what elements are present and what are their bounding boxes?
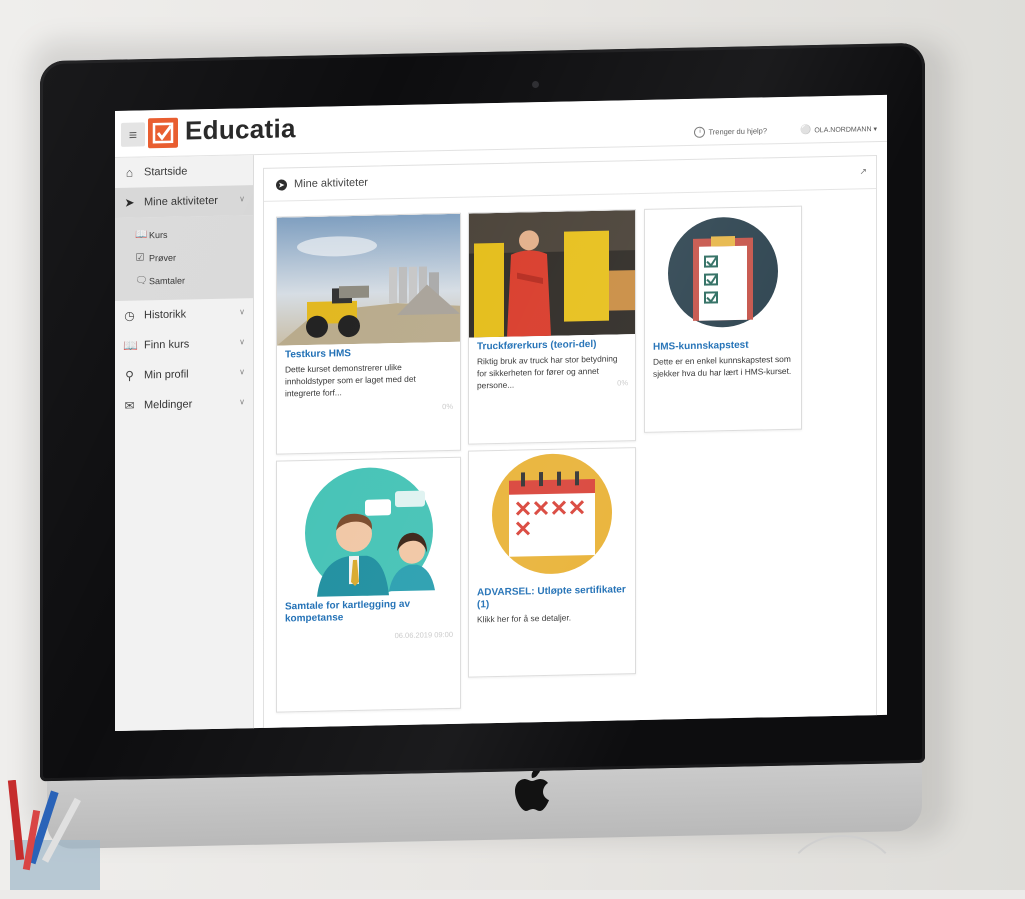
activity-card[interactable]: HMS-kunnskapstest Dette er en enkel kunn… <box>644 205 802 433</box>
progress-label: 0% <box>442 401 453 412</box>
user-menu[interactable]: ⚪ OLA.NORDMANN ▾ <box>800 123 877 136</box>
chevron-down-icon: ∨ <box>239 367 245 377</box>
subnav-item-prover[interactable]: ☑ Prøver <box>115 244 253 270</box>
camera-icon <box>532 81 539 88</box>
sidebar-item-min-profil[interactable]: ⚲ Min profil ∨ <box>115 358 253 391</box>
activity-card[interactable]: ADVARSEL: Utløpte sertifikater (1) Klikk… <box>468 447 636 678</box>
chevron-down-icon: ∨ <box>239 307 245 317</box>
arrow-circle-icon: ➤ <box>276 178 287 191</box>
user-icon: ⚲ <box>125 368 134 383</box>
info-icon: i <box>694 126 706 138</box>
sidebar-item-label: Mine aktiviteter <box>144 194 218 209</box>
panel-header: ➤ Mine aktiviteter <box>264 156 876 202</box>
sidebar-item-label: Startside <box>144 165 188 179</box>
book-icon: 📖 <box>135 229 148 241</box>
sidebar: ⌂ Startside ➤ Mine aktiviteter ∨ 📖 Kurs … <box>115 155 254 731</box>
activity-grid: Testkurs HMS Dette kurset demonstrerer u… <box>276 204 866 713</box>
arrow-circle-icon: ➤ <box>124 195 135 210</box>
sidebar-item-historikk[interactable]: ◷ Historikk ∨ <box>115 298 253 331</box>
chat-icon: 🗨 <box>135 275 148 287</box>
card-title: ADVARSEL: Utløpte sertifikater (1) <box>477 584 626 611</box>
pencil-cup <box>7 780 100 890</box>
card-description: Riktig bruk av truck har stor betydning … <box>477 353 618 391</box>
chevron-down-icon: ∨ <box>239 194 245 204</box>
progress-label: 0% <box>617 378 628 388</box>
expand-icon[interactable]: ↗ <box>859 166 867 177</box>
subnav-item-label: Kurs <box>149 229 168 240</box>
chevron-down-icon: ∨ <box>239 397 245 407</box>
logo-checkbox-icon <box>148 117 178 149</box>
user-icon: ⚪ <box>800 124 812 135</box>
screen: ≡ Educatia i Trenger du hjelp? ⚪ OLA.NOR… <box>115 94 887 731</box>
help-label: Trenger du hjelp? <box>708 126 767 137</box>
card-description: Dette er en enkel kunnskapstest som sjek… <box>653 353 792 379</box>
user-label: OLA.NORDMANN ▾ <box>814 125 877 134</box>
subnav-item-label: Prøver <box>149 252 176 263</box>
date-label: 06.06.2019 09:00 <box>394 629 453 641</box>
hamburger-icon[interactable]: ≡ <box>121 122 145 147</box>
activities-panel: ➤ Mine aktiviteter ↗ Testkurs HMS Dette … <box>263 155 877 730</box>
activity-card[interactable]: Truckførerkurs (teori-del) Riktig bruk a… <box>468 209 636 445</box>
subnav: 📖 Kurs ☑ Prøver 🗨 Samtaler <box>115 215 253 301</box>
subnav-item-samtaler[interactable]: 🗨 Samtaler <box>115 267 253 293</box>
sidebar-item-finn-kurs[interactable]: 📖 Finn kurs ∨ <box>115 328 253 361</box>
conversation-illustration <box>277 458 460 602</box>
subnav-item-label: Samtaler <box>149 275 186 286</box>
sidebar-item-startside[interactable]: ⌂ Startside <box>115 155 253 188</box>
sidebar-item-meldinger[interactable]: ✉ Meldinger ∨ <box>115 388 253 421</box>
calendar-warning-illustration <box>469 448 635 583</box>
construction-image <box>277 213 460 346</box>
chevron-down-icon: ∨ <box>239 337 245 347</box>
panel-title: Mine aktiviteter <box>294 176 368 191</box>
help-link[interactable]: i Trenger du hjelp? <box>694 125 767 138</box>
card-description: Klikk her for å se detaljer. <box>477 612 572 625</box>
subnav-item-kurs[interactable]: 📖 Kurs <box>115 221 253 247</box>
book-icon: 📖 <box>123 338 138 353</box>
logo-text[interactable]: Educatia <box>185 113 296 146</box>
home-icon: ⌂ <box>125 165 134 180</box>
sidebar-item-mine-aktiviteter[interactable]: ➤ Mine aktiviteter ∨ <box>115 185 253 218</box>
checklist-icon: ☑ <box>135 252 145 264</box>
sidebar-item-label: Meldinger <box>144 398 193 412</box>
checklist-illustration <box>645 207 801 338</box>
sidebar-item-label: Finn kurs <box>144 338 190 352</box>
sidebar-item-label: Min profil <box>144 368 189 382</box>
mail-icon: ✉ <box>124 398 135 413</box>
card-description: Dette kurset demonstrerer ulike innholds… <box>285 361 416 399</box>
history-icon: ◷ <box>124 308 135 323</box>
activity-card[interactable]: Testkurs HMS Dette kurset demonstrerer u… <box>276 212 461 455</box>
forklift-worker-image <box>469 210 635 338</box>
sidebar-item-label: Historikk <box>144 308 187 322</box>
activity-card[interactable]: Samtale for kartlegging av kompetanse 06… <box>276 456 461 713</box>
